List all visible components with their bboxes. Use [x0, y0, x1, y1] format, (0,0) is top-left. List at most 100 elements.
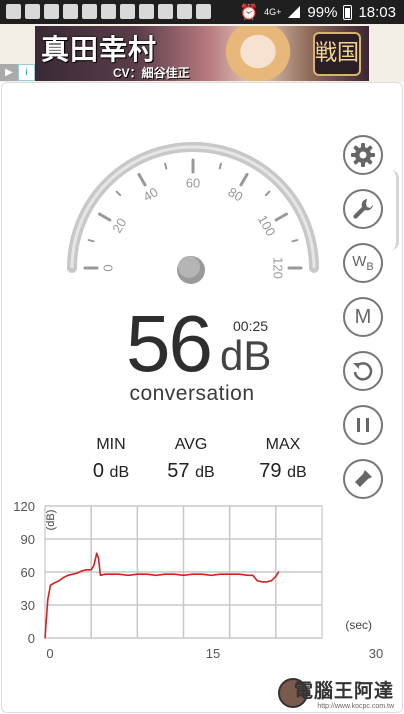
- chart-data-point: [96, 552, 98, 554]
- chart-data-point: [173, 573, 175, 575]
- ad-character-art: [217, 26, 299, 81]
- chart-data-point: [76, 572, 78, 574]
- white-balance-button[interactable]: WB: [343, 243, 383, 283]
- chart-data-point: [127, 574, 129, 576]
- chart-data-point: [164, 573, 166, 575]
- reset-button[interactable]: [343, 351, 383, 391]
- sound-level-gauge: 0 20 40 60 80 100 120: [67, 142, 319, 284]
- max-label: MAX: [265, 436, 301, 453]
- status-bar: ⏰ 4G+ 99% 18:03: [0, 0, 404, 24]
- chart-data-point: [44, 637, 46, 639]
- chart-data-point: [67, 574, 69, 576]
- gauge-tick-label: 120: [271, 257, 286, 279]
- alarm-icon: ⏰: [239, 4, 259, 21]
- chart-data-point: [275, 575, 277, 577]
- gallery-icon: [63, 4, 78, 19]
- min-number: 0: [92, 460, 104, 482]
- chart-data-point: [93, 564, 95, 566]
- m-icon: M: [354, 305, 372, 328]
- gauge-minor-tick: [164, 162, 168, 170]
- wrench-icon: [353, 199, 373, 219]
- chart-data-point: [49, 584, 52, 586]
- decibel-readout: 56 dB 00:25: [126, 304, 296, 384]
- weather-icon: [101, 4, 116, 19]
- battery-icon: [343, 4, 353, 20]
- gallery-icon: [120, 4, 135, 19]
- pause-icon: [357, 418, 369, 432]
- clock: 18:03: [358, 3, 396, 21]
- ad-title: 真田幸村: [41, 33, 158, 66]
- network-type: 4G+: [264, 6, 282, 17]
- mail-icon: [82, 4, 97, 19]
- elapsed-timer: 00:25: [233, 318, 269, 334]
- chart-data-point: [270, 580, 272, 582]
- chart-data-point: [155, 574, 157, 576]
- chart-data-point: [81, 570, 83, 572]
- gauge-tick-label: 100: [255, 212, 279, 238]
- gauge-tick-label: 20: [109, 215, 129, 235]
- chart-data-point: [210, 574, 212, 576]
- chart-data-point: [252, 574, 254, 576]
- chart-y-tick-label: 30: [21, 598, 35, 613]
- gauge-tick-label: 60: [186, 175, 200, 190]
- chart-data-point: [62, 576, 65, 579]
- gauge-major-tick: [274, 212, 289, 222]
- avg-unit: dB: [195, 464, 215, 481]
- flashlight-icon: [355, 470, 372, 487]
- chart-y-ticks: 0 30 60 90 120: [13, 499, 35, 646]
- edge-panel-handle[interactable]: [391, 170, 399, 250]
- max-number: 79: [259, 460, 282, 482]
- gauge-minor-tick: [87, 239, 95, 243]
- chart-data-point: [261, 581, 263, 583]
- min-stat: MIN 0 dB: [66, 436, 156, 483]
- ad-banner[interactable]: ▶ i 真田幸村 CV：細谷佳正 戦国: [0, 24, 404, 82]
- mode-button[interactable]: M: [343, 297, 383, 337]
- gallery-icon: [25, 4, 40, 19]
- tools-button[interactable]: [343, 189, 383, 229]
- chart-data-point: [229, 573, 231, 575]
- chart-x-label: (sec): [345, 618, 372, 632]
- chart-x-tick-label: 0: [46, 646, 53, 661]
- chart-series-line: [44, 552, 280, 639]
- avg-number: 57: [167, 460, 190, 482]
- chart-y-label: (dB): [45, 510, 57, 531]
- gauge-major-tick: [137, 172, 147, 187]
- chart-data-point: [247, 574, 249, 576]
- chart-data-point: [99, 574, 101, 576]
- gauge-minor-tick: [291, 239, 299, 243]
- chart-data-point: [109, 573, 111, 575]
- db-history-chart: 0 30 60 90 120 0 15 30 (dB) (sec): [13, 499, 383, 661]
- chart-data-point: [278, 571, 280, 573]
- ad-image[interactable]: 真田幸村 CV：細谷佳正 戦国: [35, 26, 369, 81]
- chart-y-tick-label: 90: [21, 532, 35, 547]
- ad-info-icon[interactable]: i: [18, 64, 35, 81]
- chart-series: [44, 552, 280, 639]
- chart-data-point: [201, 573, 203, 575]
- gear-icon: [351, 143, 375, 167]
- max-unit: dB: [287, 464, 307, 481]
- chart-x-tick-label: 15: [206, 646, 220, 661]
- max-stat: MAX 79 dB: [238, 436, 328, 483]
- ad-play-icon[interactable]: ▶: [0, 64, 18, 81]
- gauge-tick-label: 80: [226, 184, 246, 204]
- settings-button[interactable]: [343, 135, 383, 175]
- notification-icons: [6, 4, 211, 19]
- gauge-minor-tick: [218, 162, 222, 170]
- pause-button[interactable]: [343, 405, 383, 445]
- chart-data-point: [90, 569, 92, 571]
- flashlight-button[interactable]: [343, 459, 383, 499]
- white-balance-sub: B: [366, 261, 374, 273]
- gauge-tick-label: 40: [140, 184, 160, 204]
- chart-data-point: [145, 573, 148, 575]
- chart-data-point: [118, 573, 120, 575]
- ad-subtitle: CV：細谷佳正: [113, 66, 190, 80]
- max-value: 79 dB: [238, 460, 328, 483]
- gauge-needle-hub-shine: [178, 256, 200, 278]
- white-balance-letter: W: [352, 253, 367, 270]
- gauge-minor-tick: [115, 190, 122, 197]
- chart-x-tick-label: 30: [369, 646, 383, 661]
- chart-data-point: [182, 574, 185, 576]
- message-icon: [6, 4, 21, 19]
- current-db-value: 56: [126, 299, 213, 388]
- min-unit: dB: [109, 464, 130, 481]
